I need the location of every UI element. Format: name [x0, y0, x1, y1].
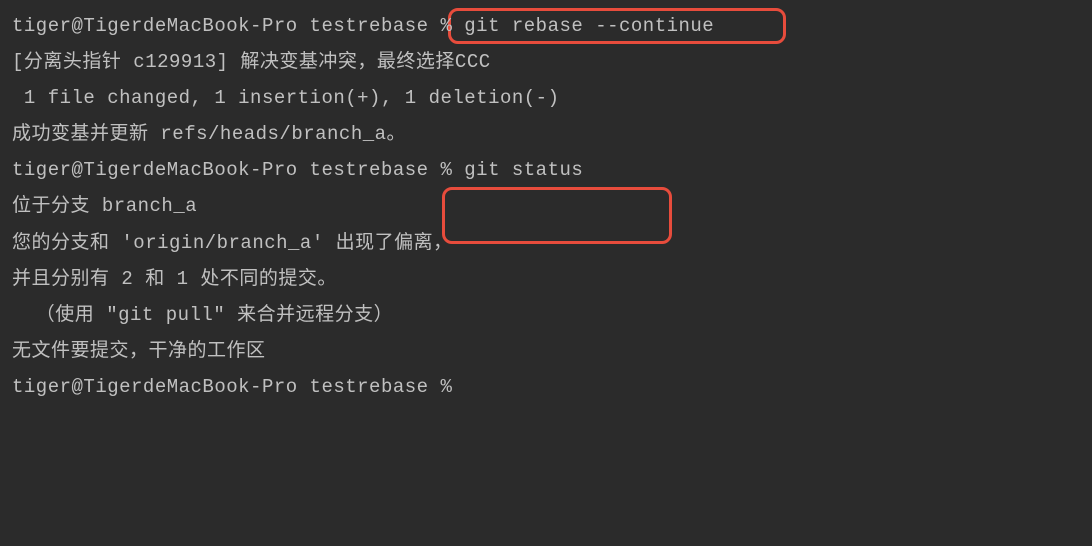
- terminal-line: 无文件要提交，干净的工作区: [12, 333, 1080, 369]
- terminal-line: 您的分支和 'origin/branch_a' 出现了偏离，: [12, 225, 1080, 261]
- terminal-window[interactable]: tiger@TigerdeMacBook-Pro testrebase % gi…: [12, 8, 1080, 405]
- terminal-line: [分离头指针 c129913] 解决变基冲突，最终选择CCC: [12, 44, 1080, 80]
- terminal-line: 1 file changed, 1 insertion(+), 1 deleti…: [12, 80, 1080, 116]
- terminal-line: （使用 "git pull" 来合并远程分支）: [12, 297, 1080, 333]
- terminal-line: 并且分别有 2 和 1 处不同的提交。: [12, 261, 1080, 297]
- terminal-line: 成功变基并更新 refs/heads/branch_a。: [12, 116, 1080, 152]
- terminal-line: tiger@TigerdeMacBook-Pro testrebase % gi…: [12, 8, 1080, 44]
- terminal-prompt[interactable]: tiger@TigerdeMacBook-Pro testrebase %: [12, 369, 1080, 405]
- terminal-line: tiger@TigerdeMacBook-Pro testrebase % gi…: [12, 152, 1080, 188]
- terminal-line: 位于分支 branch_a: [12, 188, 1080, 224]
